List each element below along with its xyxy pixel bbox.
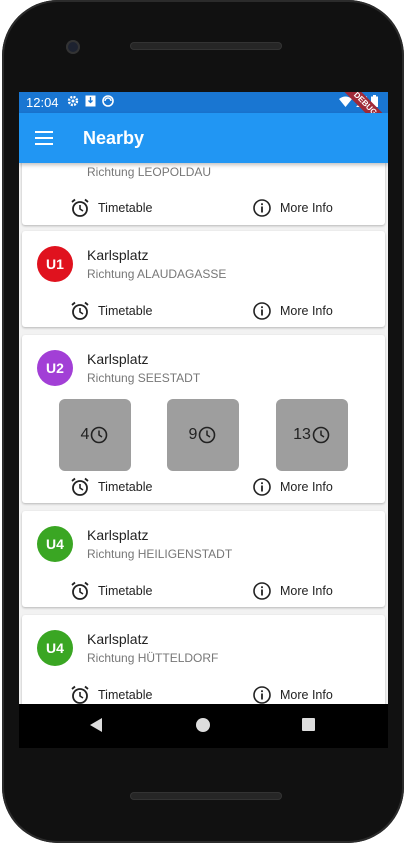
alarm-clock-icon xyxy=(71,685,89,704)
station-name: Karlsplatz xyxy=(87,247,149,263)
line-badge: U4 xyxy=(37,526,73,562)
alarm-clock-icon xyxy=(71,301,89,320)
info-icon xyxy=(253,302,271,320)
status-time: 12:04 xyxy=(26,95,59,110)
alarm-clock-icon xyxy=(71,477,89,496)
settings-icon xyxy=(67,95,79,110)
timetable-label: Timetable xyxy=(98,201,153,215)
page-title: Nearby xyxy=(83,127,145,148)
back-icon[interactable] xyxy=(89,718,103,732)
alarm-clock-icon xyxy=(71,198,89,217)
more-info-button[interactable]: More Info xyxy=(252,301,333,321)
more-info-button[interactable]: More Info xyxy=(252,477,333,497)
more-info-label: More Info xyxy=(280,201,333,215)
info-icon xyxy=(253,478,271,496)
more-info-button[interactable]: More Info xyxy=(252,685,333,704)
more-info-button[interactable]: More Info xyxy=(252,198,333,218)
recent-apps-icon[interactable] xyxy=(302,718,315,731)
departure-minutes: 9 xyxy=(188,426,198,443)
station-name: Karlsplatz xyxy=(87,631,149,647)
timetable-button[interactable]: Timetable xyxy=(70,198,152,218)
timetable-button[interactable]: Timetable xyxy=(70,301,152,321)
timetable-label: Timetable xyxy=(98,688,153,702)
departure-time-box: 4 xyxy=(59,399,131,471)
download-icon xyxy=(85,95,96,110)
clock-icon xyxy=(91,426,108,444)
departure-card[interactable]: U2 Karlsplatz Richtung SEESTADT 4 9 13 T… xyxy=(22,335,385,503)
departure-time-box: 13 xyxy=(276,399,348,471)
timetable-button[interactable]: Timetable xyxy=(70,477,152,497)
timetable-label: Timetable xyxy=(98,584,153,598)
app-bar: Nearby xyxy=(19,113,388,163)
more-info-label: More Info xyxy=(280,480,333,494)
hamburger-menu-icon xyxy=(35,131,53,145)
screen: 12:04 DEBUG Nearby Richtung LEOPOLDAU Ti… xyxy=(19,92,388,748)
departure-card[interactable]: U4 Karlsplatz Richtung HEILIGENSTADT Tim… xyxy=(22,511,385,607)
info-icon xyxy=(253,686,271,704)
direction-label: Richtung HÜTTELDORF xyxy=(87,651,219,665)
clock-icon xyxy=(312,426,330,444)
bottom-speaker xyxy=(130,792,282,800)
earpiece-speaker xyxy=(130,42,282,50)
clock-icon xyxy=(199,426,216,444)
timetable-button[interactable]: Timetable xyxy=(70,581,152,601)
menu-button[interactable] xyxy=(19,113,69,163)
more-info-label: More Info xyxy=(280,584,333,598)
system-navigation-bar xyxy=(19,704,388,748)
timetable-label: Timetable xyxy=(98,304,153,318)
timetable-button[interactable]: Timetable xyxy=(70,685,152,704)
alarm-clock-icon xyxy=(71,581,89,600)
direction-label: Richtung LEOPOLDAU xyxy=(87,165,212,179)
front-camera xyxy=(66,40,80,54)
timetable-label: Timetable xyxy=(98,480,153,494)
home-icon[interactable] xyxy=(196,718,210,732)
more-info-button[interactable]: More Info xyxy=(252,581,333,601)
status-bar: 12:04 DEBUG xyxy=(19,92,388,141)
info-icon xyxy=(253,199,271,217)
more-info-label: More Info xyxy=(280,688,333,702)
info-icon xyxy=(253,582,271,600)
direction-label: Richtung ALAUDAGASSE xyxy=(87,267,227,281)
more-info-label: More Info xyxy=(280,304,333,318)
line-badge: U2 xyxy=(37,350,73,386)
departure-card[interactable]: U4 Karlsplatz Richtung HÜTTELDORF Timeta… xyxy=(22,615,385,704)
nearby-list[interactable]: U1 Richtung LEOPOLDAU Timetable More Inf… xyxy=(19,163,388,704)
departure-minutes: 13 xyxy=(293,426,311,443)
departure-card[interactable]: U1 Karlsplatz Richtung ALAUDAGASSE Timet… xyxy=(22,231,385,327)
departure-card[interactable]: U1 Richtung LEOPOLDAU Timetable More Inf… xyxy=(22,163,385,225)
line-badge: U4 xyxy=(37,630,73,666)
direction-label: Richtung SEESTADT xyxy=(87,371,201,385)
departure-minutes: 4 xyxy=(80,426,90,443)
line-badge: U1 xyxy=(37,246,73,282)
station-name: Karlsplatz xyxy=(87,527,149,543)
departure-time-box: 9 xyxy=(167,399,239,471)
station-name: Karlsplatz xyxy=(87,351,149,367)
sync-icon xyxy=(101,95,114,110)
direction-label: Richtung HEILIGENSTADT xyxy=(87,547,233,561)
